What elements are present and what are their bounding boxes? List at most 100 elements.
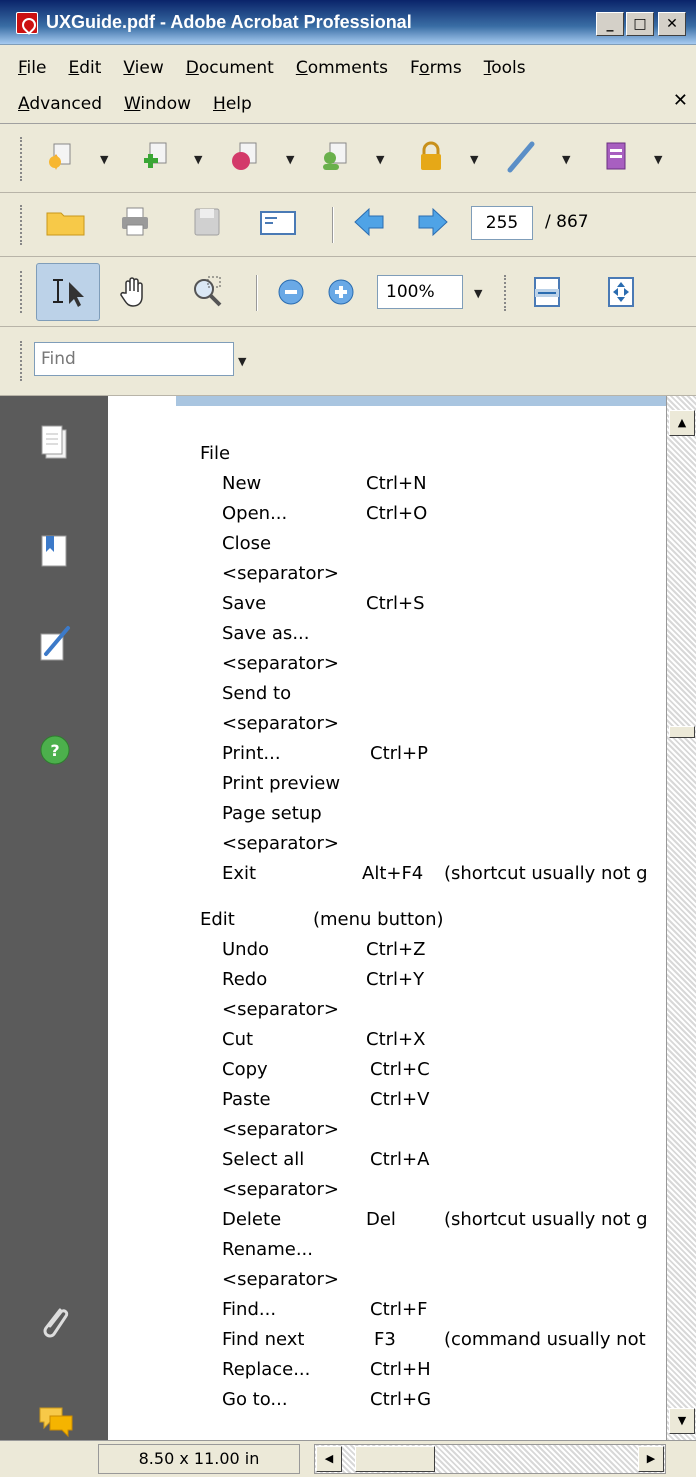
menu-row-1: File Edit View Document Comments Forms T…	[18, 54, 548, 82]
document-view[interactable]: File New Ctrl+N Open... Ctrl+O Close <separato…	[108, 396, 666, 1440]
signatures-icon[interactable]	[38, 624, 72, 664]
menu-type-note: (menu button)	[313, 909, 444, 930]
next-page-arrow-icon[interactable]	[416, 205, 450, 239]
command-name: Paste	[222, 1089, 271, 1110]
attachments-paperclip-icon[interactable]	[38, 1302, 72, 1342]
secure-lock-icon[interactable]	[414, 140, 448, 174]
menu-document[interactable]: Document	[186, 54, 274, 82]
zoom-marquee-icon[interactable]	[190, 275, 224, 309]
fit-width-icon[interactable]	[530, 275, 564, 309]
command-name: Open...	[222, 503, 288, 524]
command-name: <separator>	[222, 653, 339, 674]
command-name: <separator>	[222, 1179, 339, 1200]
hand-tool-icon[interactable]	[118, 275, 152, 309]
find-dropdown-chevron-icon[interactable]: ▼	[238, 355, 246, 368]
usage-note: (shortcut usually not g	[444, 1209, 648, 1230]
menu-bar: File Edit View Document Comments Forms T…	[0, 46, 696, 124]
menu-window[interactable]: Window	[124, 90, 191, 118]
toolbar-grip[interactable]	[20, 205, 24, 245]
zoom-level-input[interactable]: 100%	[377, 275, 463, 309]
open-folder-icon[interactable]	[44, 205, 88, 239]
bookmarks-icon[interactable]	[38, 532, 72, 572]
vertical-scrollbar[interactable]: ▲ ▼	[666, 396, 696, 1440]
command-name: Go to...	[222, 1389, 288, 1410]
toolbar-grip[interactable]	[20, 271, 24, 313]
forms-icon[interactable]	[598, 140, 632, 174]
scroll-right-arrow-icon[interactable]: ▶	[638, 1446, 664, 1472]
toolbar-grip[interactable]	[20, 341, 24, 381]
menu-comments[interactable]: Comments	[296, 54, 388, 82]
close-button[interactable]: ✕	[658, 12, 686, 36]
shortcut-key: Ctrl+A	[370, 1149, 430, 1170]
email-icon[interactable]	[258, 205, 298, 239]
command-name: <separator>	[222, 1269, 339, 1290]
usage-note: (shortcut usually not g	[444, 863, 648, 884]
find-input[interactable]: Find	[34, 342, 234, 376]
navigation-toolbar: ▼	[0, 257, 696, 327]
navigation-panel: ?	[0, 396, 108, 1440]
command-name: Undo	[222, 939, 270, 960]
toolbar-grip[interactable]	[20, 137, 24, 181]
chevron-down-icon[interactable]: ▼	[194, 153, 202, 166]
pages-icon[interactable]	[38, 424, 72, 464]
command-name: <separator>	[222, 833, 339, 854]
vertical-scroll-thumb[interactable]	[669, 726, 695, 738]
comments-icon[interactable]	[36, 1400, 76, 1440]
command-name: <separator>	[222, 999, 339, 1020]
page-total-label: / 867	[545, 212, 589, 232]
command-name: Find...	[222, 1299, 277, 1320]
horizontal-scroll-thumb[interactable]	[355, 1446, 435, 1472]
zoom-out-icon[interactable]	[276, 277, 306, 307]
previous-page-arrow-icon[interactable]	[352, 205, 386, 239]
zoom-dropdown-chevron-icon[interactable]: ▼	[474, 287, 482, 300]
command-name: <separator>	[222, 563, 339, 584]
minimize-button[interactable]: _	[596, 12, 624, 36]
chevron-down-icon[interactable]: ▼	[286, 153, 294, 166]
print-icon[interactable]	[118, 205, 152, 239]
maximize-button[interactable]: □	[626, 12, 654, 36]
toolbar-separator	[332, 207, 334, 243]
file-toolbar	[0, 193, 696, 257]
select-tool-button[interactable]	[36, 263, 100, 321]
zoom-in-icon[interactable]	[326, 277, 356, 307]
scroll-left-arrow-icon[interactable]: ◀	[316, 1446, 342, 1472]
shortcut-key: Ctrl+H	[370, 1359, 431, 1380]
menu-tools[interactable]: Tools	[484, 54, 526, 82]
scroll-up-arrow-icon[interactable]: ▲	[669, 410, 695, 436]
menu-view[interactable]: View	[123, 54, 163, 82]
toolbar-grip[interactable]	[504, 275, 508, 311]
scroll-down-arrow-icon[interactable]: ▼	[669, 1408, 695, 1434]
command-name: <separator>	[222, 713, 339, 734]
menu-edit[interactable]: Edit	[68, 54, 101, 82]
review-icon[interactable]	[318, 140, 352, 174]
export-icon[interactable]	[228, 140, 262, 174]
title-bar: UXGuide.pdf - Adobe Acrobat Professional…	[0, 0, 696, 45]
menu-forms[interactable]: Forms	[410, 54, 462, 82]
horizontal-scrollbar[interactable]: ◀ ▶	[314, 1444, 666, 1474]
fit-page-icon[interactable]	[604, 275, 638, 309]
help-icon[interactable]: ?	[38, 730, 72, 770]
shortcut-key: Ctrl+O	[366, 503, 428, 524]
chevron-down-icon[interactable]: ▼	[562, 153, 570, 166]
chevron-down-icon[interactable]: ▼	[376, 153, 384, 166]
shortcut-key: Ctrl+X	[366, 1029, 426, 1050]
chevron-down-icon[interactable]: ▼	[100, 153, 108, 166]
create-pdf-icon[interactable]	[44, 140, 78, 174]
menu-advanced[interactable]: Advanced	[18, 90, 102, 118]
page-number-input[interactable]: 255	[471, 206, 533, 240]
shortcut-key: Ctrl+Z	[366, 939, 426, 960]
document-header-band	[176, 396, 666, 406]
sign-pen-icon[interactable]	[504, 140, 538, 174]
shortcut-key: Alt+F4	[362, 863, 424, 884]
page-size-indicator: 8.50 x 11.00 in	[98, 1444, 300, 1474]
menu-help[interactable]: Help	[213, 90, 252, 118]
document-close-button[interactable]: ✕	[673, 90, 688, 111]
command-name: Save as...	[222, 623, 310, 644]
chevron-down-icon[interactable]: ▼	[470, 153, 478, 166]
menu-row-2: Advanced Window Help	[18, 90, 274, 118]
command-name: Select all	[222, 1149, 305, 1170]
menu-file[interactable]: File	[18, 54, 46, 82]
save-disk-icon[interactable]	[190, 205, 224, 239]
combine-files-icon[interactable]	[138, 140, 172, 174]
chevron-down-icon[interactable]: ▼	[654, 153, 662, 166]
